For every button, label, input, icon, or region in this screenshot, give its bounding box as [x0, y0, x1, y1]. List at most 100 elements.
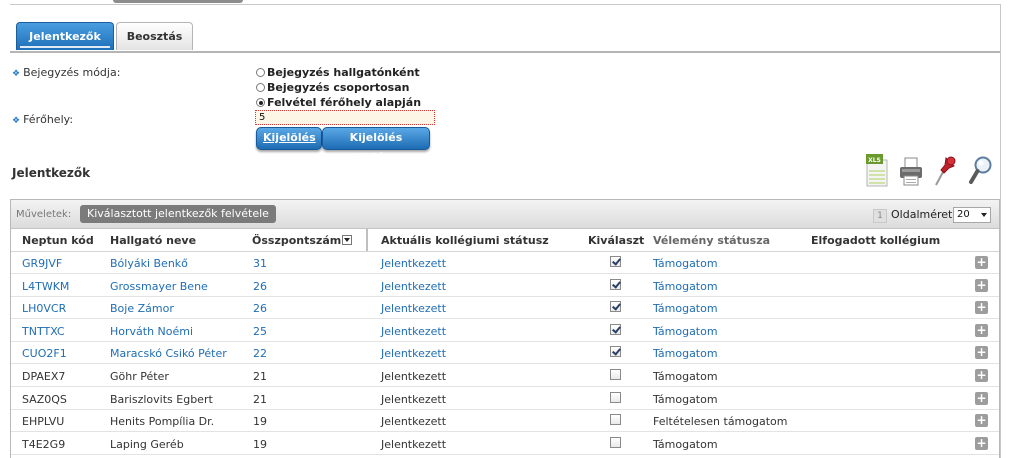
table-row[interactable]: L4TWKM Grossmayer Bene 26 Jelentkezett Támog…	[11, 275, 999, 297]
cell-neptun[interactable]: DPAEX7	[22, 370, 65, 383]
cell-name[interactable]: Göhr Péter	[110, 370, 169, 383]
column-header-status[interactable]: Aktuális kollégiumi státusz	[381, 234, 549, 247]
radio-option-individual[interactable]: Bejegyzés hallgatónként	[256, 66, 420, 79]
top-tab-nub	[113, 0, 243, 3]
cell-neptun[interactable]: SAZ0QS	[22, 393, 67, 406]
capacity-label: Férőhely:	[23, 113, 74, 126]
admit-selected-button[interactable]: Kiválasztott jelentkezők felvétele	[80, 205, 276, 223]
expand-plus-icon[interactable]: +	[975, 301, 988, 315]
table-row[interactable]: GR9JVF Bólyáki Benkő 31 Jelentkezett Támogat…	[11, 252, 999, 274]
select-checkbox[interactable]	[610, 369, 621, 380]
expand-plus-icon[interactable]: +	[975, 436, 988, 450]
radio-button-selected[interactable]	[256, 98, 265, 107]
xls-badge: XLS	[868, 157, 881, 164]
cell-name[interactable]: Boje Zámor	[110, 302, 174, 315]
cell-status: Jelentkezett	[381, 392, 447, 406]
pin-icon[interactable]	[932, 152, 958, 188]
cell-opinion: Támogatom	[653, 324, 718, 338]
cell-opinion: Támogatom	[653, 347, 718, 361]
page-number[interactable]: 1	[873, 209, 887, 223]
print-icon[interactable]	[898, 152, 924, 188]
cell-score: 25	[253, 324, 267, 338]
cell-name[interactable]: Bólyáki Benkő	[110, 257, 188, 270]
column-header-opinion[interactable]: Vélemény státusza	[653, 234, 770, 247]
sort-desc-icon[interactable]	[342, 235, 353, 245]
cell-score: 31	[253, 257, 267, 270]
cell-status: Jelentkezett	[381, 279, 447, 293]
column-resize-handle[interactable]	[366, 229, 368, 251]
cell-score: 21	[253, 392, 267, 406]
table-row[interactable]: SAZ0QS Bariszlovits Egbert 21 Jelentkezett T…	[11, 388, 999, 410]
cell-status: Jelentkezett	[381, 302, 447, 316]
cell-name[interactable]: Henits Pompília Dr.	[110, 415, 214, 428]
expand-plus-icon[interactable]: +	[975, 323, 988, 337]
select-checkbox[interactable]	[610, 278, 621, 290]
applicants-grid: Műveletek: Kiválasztott jelentkezők felv…	[10, 199, 1000, 458]
radio-label: Felvétel férőhely alapján	[267, 96, 422, 109]
table-row[interactable]: LH0VCR Boje Zámor 26 Jelentkezett Támogatom +	[11, 297, 999, 320]
radio-button[interactable]	[256, 68, 265, 77]
cell-neptun[interactable]: EHPLVU	[22, 415, 64, 428]
select-checkbox[interactable]	[610, 301, 621, 313]
cell-score: 19	[253, 415, 267, 429]
cell-status: Jelentkezett	[381, 415, 447, 429]
table-row[interactable]: CUO2F1 Maracskó Csikó Péter 22 Jelentkezett…	[11, 342, 999, 365]
cell-neptun[interactable]: TNTTXC	[22, 325, 65, 338]
cell-neptun[interactable]: L4TWKM	[22, 280, 69, 293]
table-row[interactable]: T4E2G9 Laping Geréb 19 Jelentkezett Támogato…	[11, 433, 999, 455]
cell-opinion: Támogatom	[653, 279, 718, 293]
column-header-accepted[interactable]: Elfogadott kollégium	[811, 234, 940, 247]
select-checkbox[interactable]	[610, 323, 621, 335]
table-row[interactable]: EHPLVU Henits Pompília Dr. 19 Jelentkezett F…	[11, 410, 999, 433]
cell-name[interactable]: Horváth Noémi	[110, 325, 193, 338]
cell-neptun[interactable]: CUO2F1	[22, 347, 67, 360]
cell-neptun[interactable]: T4E2G9	[22, 438, 65, 451]
column-header-score[interactable]: Összpontszám	[252, 234, 353, 247]
cell-neptun[interactable]: LH0VCR	[22, 302, 66, 315]
cell-name[interactable]: Laping Geréb	[110, 438, 184, 451]
top-divider	[0, 0, 1024, 8]
right-border	[1000, 4, 1001, 458]
clear-selection-button[interactable]: Kijelölés törlése	[322, 127, 430, 164]
table-row[interactable]: TNTTXC Horváth Noémi 25 Jelentkezett Támogat…	[11, 320, 999, 342]
select-button[interactable]: Kijelölés	[256, 127, 322, 150]
select-checkbox[interactable]	[610, 391, 621, 403]
table-row[interactable]: DPAEX7 Göhr Péter 21 Jelentkezett Támogatom +	[11, 365, 999, 387]
cell-name[interactable]: Bariszlovits Egbert	[110, 393, 213, 406]
radio-option-capacity[interactable]: Felvétel férőhely alapján	[256, 96, 421, 109]
expand-plus-icon[interactable]: +	[975, 414, 988, 428]
cell-opinion: Feltételesen támogatom	[653, 415, 788, 429]
column-header-select[interactable]: Kiválaszt	[588, 234, 644, 247]
column-header-neptun[interactable]: Neptun kód	[22, 234, 94, 247]
cell-opinion: Támogatom	[653, 392, 718, 406]
search-icon[interactable]	[968, 152, 994, 188]
expand-plus-icon[interactable]: +	[975, 391, 988, 405]
radio-option-group[interactable]: Bejegyzés csoportosan	[256, 81, 409, 94]
capacity-label-row: ❖ Férőhely:	[12, 113, 73, 126]
xls-export-icon[interactable]: XLS	[864, 152, 890, 188]
cell-score: 21	[253, 370, 267, 383]
expand-plus-icon[interactable]: +	[975, 369, 988, 382]
column-header-name[interactable]: Hallgató neve	[110, 234, 196, 247]
page-size-select[interactable]: 20	[953, 207, 991, 223]
cell-name[interactable]: Maracskó Csikó Péter	[110, 347, 227, 360]
expand-plus-icon[interactable]: +	[975, 278, 988, 292]
select-checkbox[interactable]	[610, 346, 621, 358]
mode-label: Bejegyzés módja:	[23, 66, 121, 79]
radio-button[interactable]	[256, 83, 265, 92]
capacity-input[interactable]: 5	[255, 110, 435, 125]
expand-plus-icon[interactable]: +	[975, 256, 988, 269]
table-header: Neptun kód Hallgató neve Összpontszám Ak…	[11, 229, 999, 252]
cell-score: 26	[253, 302, 267, 316]
select-checkbox[interactable]	[610, 414, 621, 426]
cell-opinion: Támogatom	[653, 302, 718, 316]
mode-label-row: ❖ Bejegyzés módja:	[12, 66, 120, 79]
tab-jelentkezok[interactable]: Jelentkezők	[16, 22, 114, 50]
select-checkbox[interactable]	[610, 436, 621, 448]
cell-neptun[interactable]: GR9JVF	[22, 257, 62, 270]
bullet-arrow-icon: ❖	[12, 69, 21, 79]
cell-name[interactable]: Grossmayer Bene	[110, 280, 208, 293]
tab-beosztas[interactable]: Beosztás	[116, 22, 193, 50]
select-checkbox[interactable]	[610, 256, 621, 267]
expand-plus-icon[interactable]: +	[975, 346, 988, 360]
